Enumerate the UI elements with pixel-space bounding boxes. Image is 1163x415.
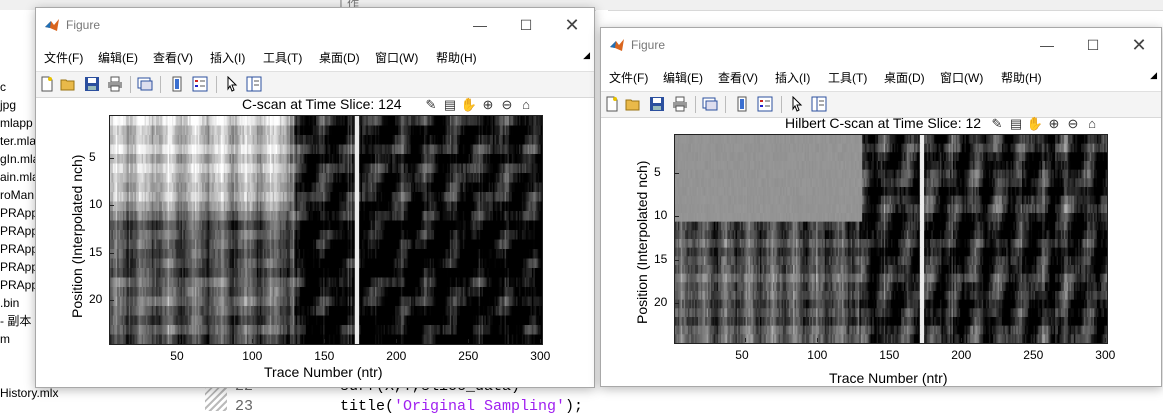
heatmap-cell bbox=[540, 163, 542, 174]
folder-file-item[interactable]: ain.mla bbox=[0, 168, 39, 186]
folder-file-item[interactable]: mlapp bbox=[0, 114, 33, 132]
heatmap-cell bbox=[540, 144, 542, 155]
heatmap-cell bbox=[540, 211, 542, 222]
title-bar[interactable]: Figure — ☐ ✕ bbox=[36, 8, 594, 42]
data-tips-icon[interactable]: ▤ bbox=[441, 96, 459, 114]
heatmap-cell bbox=[540, 154, 542, 165]
figure-toolbar bbox=[36, 71, 594, 98]
legend-icon[interactable] bbox=[192, 76, 208, 92]
zoom-out-icon[interactable]: ⊖ bbox=[498, 96, 516, 114]
menu-edit[interactable]: 编辑(E) bbox=[98, 49, 138, 66]
folder-file-item[interactable]: PRApp bbox=[0, 276, 38, 294]
menu-tools[interactable]: 工具(T) bbox=[263, 49, 302, 66]
heatmap-cell bbox=[540, 116, 542, 127]
folder-file-item[interactable]: PRApp bbox=[0, 204, 38, 222]
new-figure-icon[interactable] bbox=[39, 76, 55, 92]
link-plot-icon[interactable] bbox=[137, 76, 153, 92]
folder-file-item[interactable]: PRApp bbox=[0, 240, 38, 258]
figure-window-1[interactable]: Figure — ☐ ✕ 文件(F) 编辑(E) 查看(V) 插入(I) 工具(… bbox=[35, 7, 595, 388]
toolbar-separator bbox=[216, 76, 217, 93]
pointer-icon[interactable] bbox=[224, 76, 240, 92]
open-file-icon[interactable] bbox=[60, 76, 76, 92]
folder-file-item[interactable]: c bbox=[0, 78, 6, 96]
folder-file-item[interactable]: PRApp bbox=[0, 222, 38, 240]
menu-view[interactable]: 查看(V) bbox=[153, 49, 193, 66]
zoom-in-icon[interactable]: ⊕ bbox=[479, 96, 497, 114]
maximize-button[interactable]: ☐ bbox=[504, 12, 548, 38]
heatmap-cell bbox=[540, 239, 542, 250]
heatmap-cell bbox=[540, 125, 542, 136]
cscan-plot[interactable] bbox=[109, 115, 543, 345]
home-icon[interactable]: ⌂ bbox=[517, 96, 535, 114]
menu-insert[interactable]: 插入(I) bbox=[210, 49, 245, 66]
folder-file-item[interactable]: - 副本 bbox=[0, 312, 31, 330]
editor-gutter bbox=[205, 386, 227, 411]
colorbar-icon[interactable] bbox=[169, 76, 185, 92]
toolbar-separator bbox=[160, 76, 161, 93]
heatmap-cell bbox=[540, 230, 542, 241]
code-line-23[interactable]: title('Original Sampling'); bbox=[340, 398, 583, 415]
matlab-icon bbox=[45, 19, 59, 31]
code-fn: title( bbox=[340, 398, 395, 415]
code-string: 'Original Sampling' bbox=[394, 398, 566, 415]
heatmap-cell bbox=[540, 258, 542, 269]
window-title: Figure bbox=[66, 18, 101, 32]
heatmap-cell bbox=[540, 135, 542, 146]
folder-file-item[interactable]: .bin bbox=[0, 294, 19, 312]
cscan-heatmap bbox=[110, 116, 542, 344]
folder-file-item[interactable]: PRApp bbox=[0, 258, 38, 276]
code-end: ); bbox=[565, 398, 584, 415]
heatmap-cell bbox=[540, 201, 542, 212]
axes-toolbar: ✎ ▤ ✋ ⊕ ⊖ ⌂ bbox=[422, 96, 536, 114]
save-icon[interactable] bbox=[84, 76, 100, 92]
line-number-23: 23 bbox=[235, 398, 254, 415]
chart-title: C-scan at Time Slice: 124 bbox=[242, 96, 402, 112]
heatmap-cell bbox=[540, 249, 542, 260]
heatmap-cell bbox=[540, 220, 542, 231]
folder-file-item[interactable]: roMan bbox=[0, 186, 34, 204]
menu-bar: 文件(F) 编辑(E) 查看(V) 插入(I) 工具(T) 桌面(D) 窗口(W… bbox=[36, 42, 594, 70]
toolbar-separator bbox=[130, 76, 131, 93]
menu-file[interactable]: 文件(F) bbox=[44, 49, 83, 66]
heatmap-cell bbox=[540, 182, 542, 193]
menu-help[interactable]: 帮助(H) bbox=[436, 49, 477, 66]
folder-file-item[interactable]: m bbox=[0, 330, 10, 348]
folder-file-item[interactable]: gIn.mla bbox=[0, 150, 39, 168]
minimize-button[interactable]: — bbox=[458, 12, 502, 38]
heatmap-cell bbox=[540, 173, 542, 184]
heatmap-cell bbox=[540, 192, 542, 203]
history-file[interactable]: History.mlx bbox=[0, 386, 58, 400]
edit-icon[interactable]: ✎ bbox=[422, 96, 440, 114]
folder-file-item[interactable]: jpg bbox=[0, 96, 16, 114]
pan-icon[interactable]: ✋ bbox=[460, 96, 478, 114]
print-icon[interactable] bbox=[107, 76, 123, 92]
menu-desktop[interactable]: 桌面(D) bbox=[319, 49, 360, 66]
property-inspector-icon[interactable] bbox=[246, 76, 262, 92]
folder-file-item[interactable]: ter.mla bbox=[0, 132, 36, 150]
menu-overflow-icon[interactable]: ◢ bbox=[583, 50, 590, 61]
menu-window[interactable]: 窗口(W) bbox=[375, 49, 418, 66]
close-button[interactable]: ✕ bbox=[550, 12, 594, 38]
